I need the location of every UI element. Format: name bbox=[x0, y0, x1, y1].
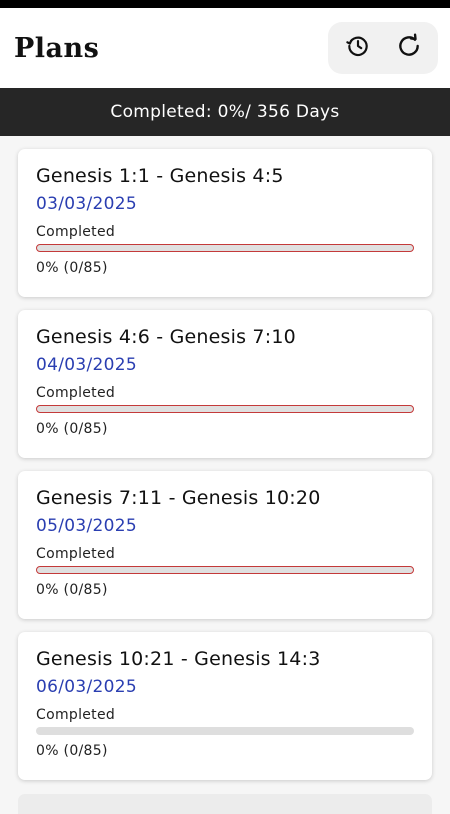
plan-range: Genesis 7:11 - Genesis 10:20 bbox=[36, 487, 321, 509]
plan-card-partial[interactable] bbox=[18, 794, 432, 814]
plan-date: 03/03/2025 bbox=[36, 194, 137, 214]
history-icon bbox=[345, 33, 371, 63]
plan-card[interactable]: Genesis 7:11 - Genesis 10:20 05/03/2025 … bbox=[18, 471, 432, 619]
reset-button[interactable] bbox=[389, 28, 429, 68]
plan-card[interactable]: Genesis 4:6 - Genesis 7:10 04/03/2025 Co… bbox=[18, 310, 432, 458]
completion-summary: Completed: 0%/ 356 Days bbox=[0, 88, 450, 136]
plan-progress-count: 0% (0/85) bbox=[36, 260, 108, 276]
plan-progress-bar bbox=[36, 405, 414, 413]
plan-status-label: Completed bbox=[36, 546, 116, 562]
plan-progress-count: 0% (0/85) bbox=[36, 743, 108, 759]
plan-progress-bar bbox=[36, 244, 414, 252]
plan-list: Genesis 1:1 - Genesis 4:5 03/03/2025 Com… bbox=[0, 136, 450, 780]
plan-card[interactable]: Genesis 10:21 - Genesis 14:3 06/03/2025 … bbox=[18, 632, 432, 780]
reset-icon bbox=[396, 33, 422, 63]
plan-progress-bar bbox=[36, 727, 414, 735]
plan-card[interactable]: Genesis 1:1 - Genesis 4:5 03/03/2025 Com… bbox=[18, 149, 432, 297]
plan-status-label: Completed bbox=[36, 224, 116, 240]
plan-progress-count: 0% (0/85) bbox=[36, 582, 108, 598]
plan-status-label: Completed bbox=[36, 707, 116, 723]
history-button[interactable] bbox=[338, 28, 378, 68]
completion-summary-text: Completed: 0%/ 356 Days bbox=[110, 102, 340, 122]
plan-range: Genesis 10:21 - Genesis 14:3 bbox=[36, 648, 321, 670]
app-header: Plans bbox=[0, 8, 450, 88]
plan-range: Genesis 1:1 - Genesis 4:5 bbox=[36, 165, 284, 187]
plan-status-label: Completed bbox=[36, 385, 116, 401]
plan-range: Genesis 4:6 - Genesis 7:10 bbox=[36, 326, 296, 348]
page-title: Plans bbox=[14, 32, 100, 64]
plan-date: 05/03/2025 bbox=[36, 516, 137, 536]
header-actions bbox=[328, 22, 438, 74]
plan-progress-bar bbox=[36, 566, 414, 574]
plan-date: 04/03/2025 bbox=[36, 355, 137, 375]
status-bar bbox=[0, 0, 450, 8]
plan-date: 06/03/2025 bbox=[36, 677, 137, 697]
plan-progress-count: 0% (0/85) bbox=[36, 421, 108, 437]
